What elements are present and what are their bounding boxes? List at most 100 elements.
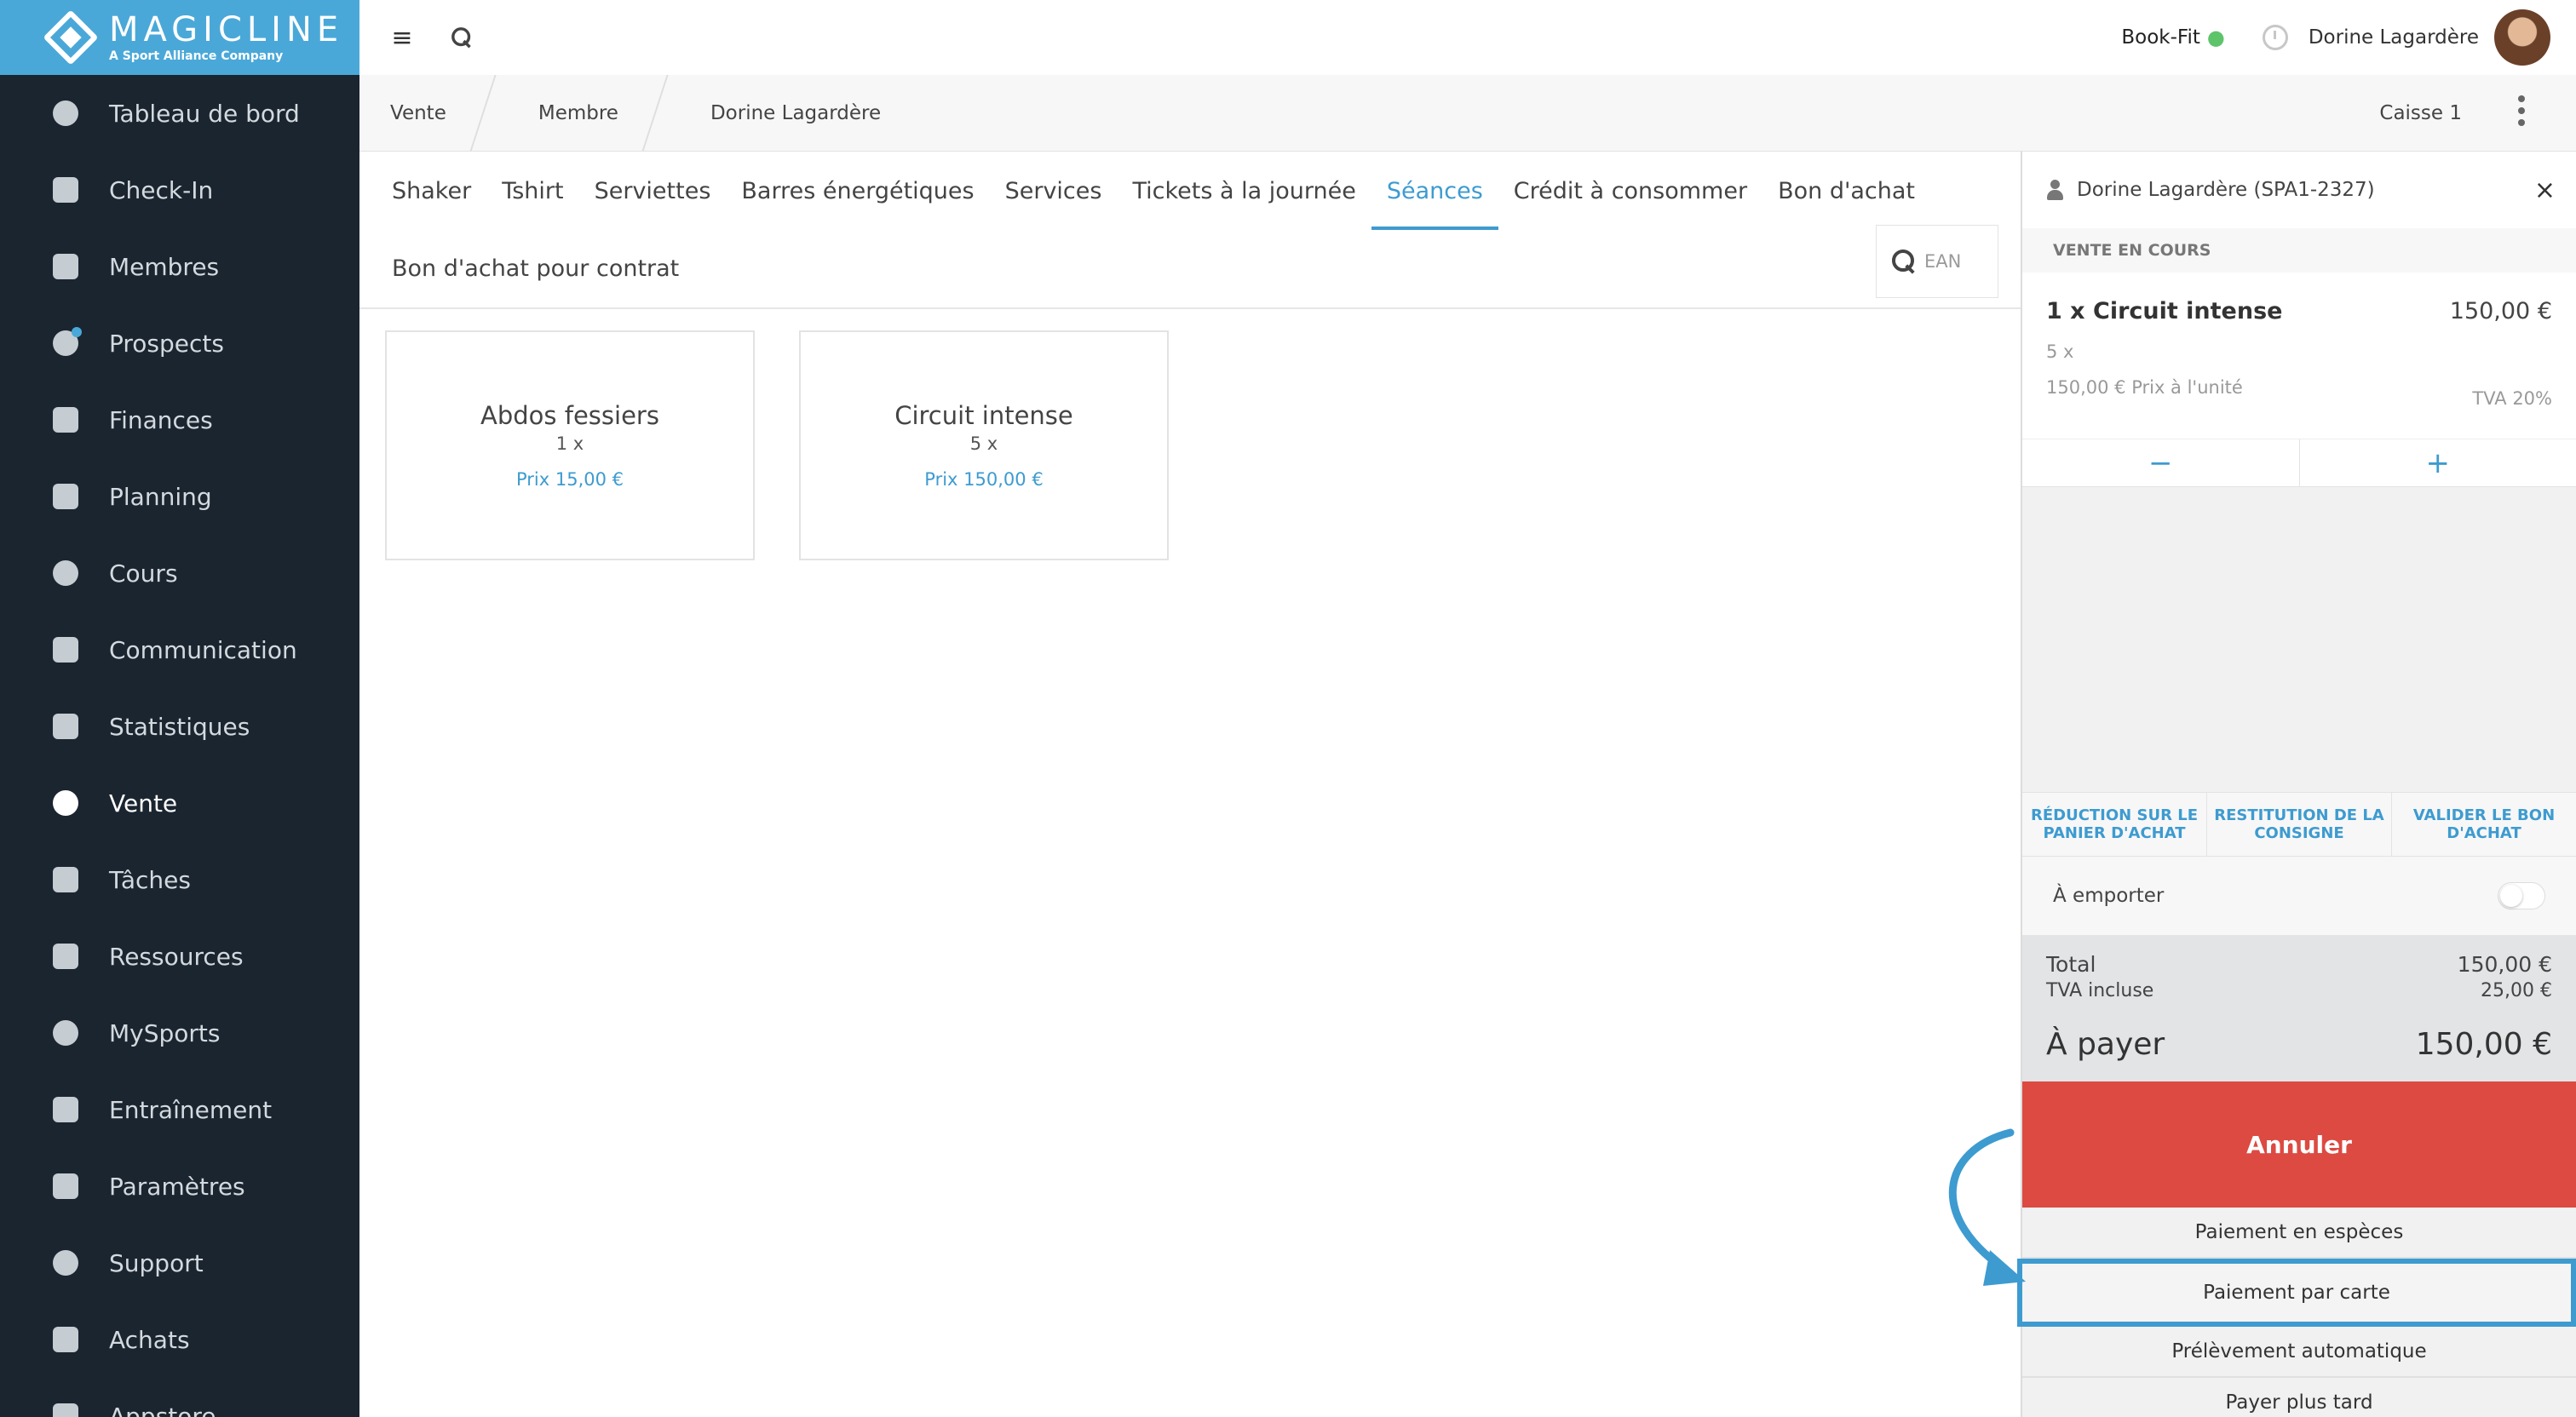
studio-name[interactable]: Book-Fit [2121,26,2200,49]
takeaway-label: À emporter [2053,885,2165,907]
tab-8[interactable]: Bon d'achat [1762,152,1930,230]
breadcrumb: Vente Membre Dorine Lagardère Caisse 1 [359,75,2576,152]
sidebar-item-param-tres[interactable]: Paramètres [0,1148,359,1225]
tab-4[interactable]: Services [990,152,1118,230]
annotation-arrow [1948,1128,2026,1286]
dots-grid-icon [51,1018,80,1047]
decrease-button[interactable]: − [2022,439,2300,486]
total-label: Total [2046,952,2096,977]
sidebar-item-check-in[interactable]: Check-In [0,152,359,228]
sidebar-item-finances[interactable]: Finances [0,382,359,458]
product-card[interactable]: Abdos fessiers 1 x Prix 15,00 € [385,330,755,560]
sidebar-item-ressources[interactable]: Ressources [0,918,359,995]
tab-2[interactable]: Serviettes [579,152,727,230]
product-title: Circuit intense [894,401,1073,430]
product-title: Abdos fessiers [480,401,659,430]
search-icon[interactable] [445,20,479,54]
magicline-logo-icon [43,9,99,66]
sidebar-item-label: Membres [109,252,220,281]
breadcrumb-item-vente[interactable]: Vente [359,75,477,152]
sidebar-item-achats[interactable]: Achats [0,1301,359,1378]
total-value: 150,00 € [2457,952,2552,977]
cart-item-price: 150,00 € [2449,298,2552,324]
apps-icon [51,1402,80,1417]
cart-totals: Total 150,00 € TVA incluse 25,00 € À payer… [2022,935,2576,1081]
check-in-icon [51,175,80,204]
cart-discount-button[interactable]: RÉDUCTION SUR LE PANIER D'ACHAT [2022,793,2207,856]
tab-3[interactable]: Barres énergétiques [726,152,989,230]
sidebar-item-label: Prospects [109,329,224,358]
clock-icon[interactable] [2262,25,2288,50]
more-options-icon[interactable] [2518,95,2525,129]
stopwatch-icon [51,559,80,588]
tab-6[interactable]: Séances [1371,152,1498,230]
sidebar-nav: Tableau de bord Check-In Membres Prospects F… [0,75,359,1417]
sidebar-item-prospects[interactable]: Prospects [0,305,359,382]
pay-card-button[interactable]: Paiement par carte [2017,1259,2576,1327]
tab-7[interactable]: Crédit à consommer [1498,152,1762,230]
product-price: Prix 15,00 € [515,469,624,490]
sidebar-item-tableau-de-bord[interactable]: Tableau de bord [0,75,359,152]
cancel-button[interactable]: Annuler [2022,1081,2576,1208]
quantity-stepper: − + [2022,439,2576,487]
sidebar-item-statistiques[interactable]: Statistiques [0,688,359,765]
checkbox-icon [51,865,80,894]
sidebar-item-label: Communication [109,635,297,664]
sidebar-item-label: Entraînement [109,1095,273,1124]
pay-later-button[interactable]: Payer plus tard [2022,1378,2576,1417]
dumbbell-icon [51,1095,80,1124]
tab-1[interactable]: Tshirt [486,152,578,230]
menu-icon[interactable]: ≡ [385,20,419,54]
main-content: Shaker Tshirt Serviettes Barres énergétique… [359,152,2021,1417]
ean-search[interactable]: EAN [1876,225,1998,298]
tab-0[interactable]: Shaker [377,152,486,230]
sidebar-item-membres[interactable]: Membres [0,228,359,305]
dashboard-icon [51,99,80,128]
sidebar-item-t-ches[interactable]: Tâches [0,841,359,918]
sidebar-item-vente[interactable]: Vente [0,765,359,841]
cart-empty-area [2022,487,2576,792]
breadcrumb-separator [649,75,680,152]
sidebar-item-planning[interactable]: Planning [0,458,359,535]
sidebar-item-appstore[interactable]: Appstore [0,1378,359,1417]
sidebar-item-mysports[interactable]: MySports [0,995,359,1071]
breadcrumb-item-membre[interactable]: Membre [508,75,649,152]
product-card[interactable]: Circuit intense 5 x Prix 150,00 € [799,330,1169,560]
deposit-return-button[interactable]: RESTITUTION DE LA CONSIGNE [2207,793,2392,856]
group-icon [51,942,80,971]
pay-direct-debit-button[interactable]: Prélèvement automatique [2022,1327,2576,1378]
chat-icon [51,635,80,664]
sidebar-item-cours[interactable]: Cours [0,535,359,611]
tab-row: Shaker Tshirt Serviettes Barres énergétique… [359,152,2021,230]
sliders-icon [51,1172,80,1201]
search-icon [1892,250,1916,273]
sidebar-item-label: Vente [109,789,178,818]
calendar-icon [51,482,80,511]
vat-label: TVA incluse [2046,980,2154,1001]
register-label[interactable]: Caisse 1 [2379,102,2462,124]
cart-item-vat: TVA 20% [2472,388,2552,409]
pay-cash-button[interactable]: Paiement en espèces [2022,1208,2576,1259]
tab-bon-achat-contrat[interactable]: Bon d'achat pour contrat [392,229,694,307]
avatar[interactable] [2494,9,2550,66]
sidebar-item-label: Planning [109,482,212,511]
takeaway-toggle[interactable] [2498,882,2545,909]
tab-5[interactable]: Tickets à la journée [1117,152,1371,230]
sidebar-item-communication[interactable]: Communication [0,611,359,688]
location-pin-icon: ● [2206,26,2225,49]
sidebar-item-entra-nement[interactable]: Entraînement [0,1071,359,1148]
product-grid: Abdos fessiers 1 x Prix 15,00 € Circuit int… [385,330,1213,560]
cart-customer-header: Dorine Lagardère (SPA1-2327) × [2022,152,2576,228]
prospects-icon [51,327,82,358]
logo[interactable]: MAGICLINE A Sport Alliance Company [0,0,359,75]
shop-icon [51,1325,80,1354]
sidebar-item-label: MySports [109,1018,221,1047]
user-name[interactable]: Dorine Lagardère [2309,26,2479,49]
increase-button[interactable]: + [2300,439,2576,486]
validate-voucher-button[interactable]: VALIDER LE BON D'ACHAT [2392,793,2576,856]
sidebar-item-label: Tableau de bord [109,99,300,128]
cart-actions: RÉDUCTION SUR LE PANIER D'ACHAT RESTITUT… [2022,792,2576,857]
cart-customer: Dorine Lagardère (SPA1-2327) [2077,179,2375,201]
sidebar-item-support[interactable]: Support [0,1225,359,1301]
close-icon[interactable]: × [2534,175,2556,205]
